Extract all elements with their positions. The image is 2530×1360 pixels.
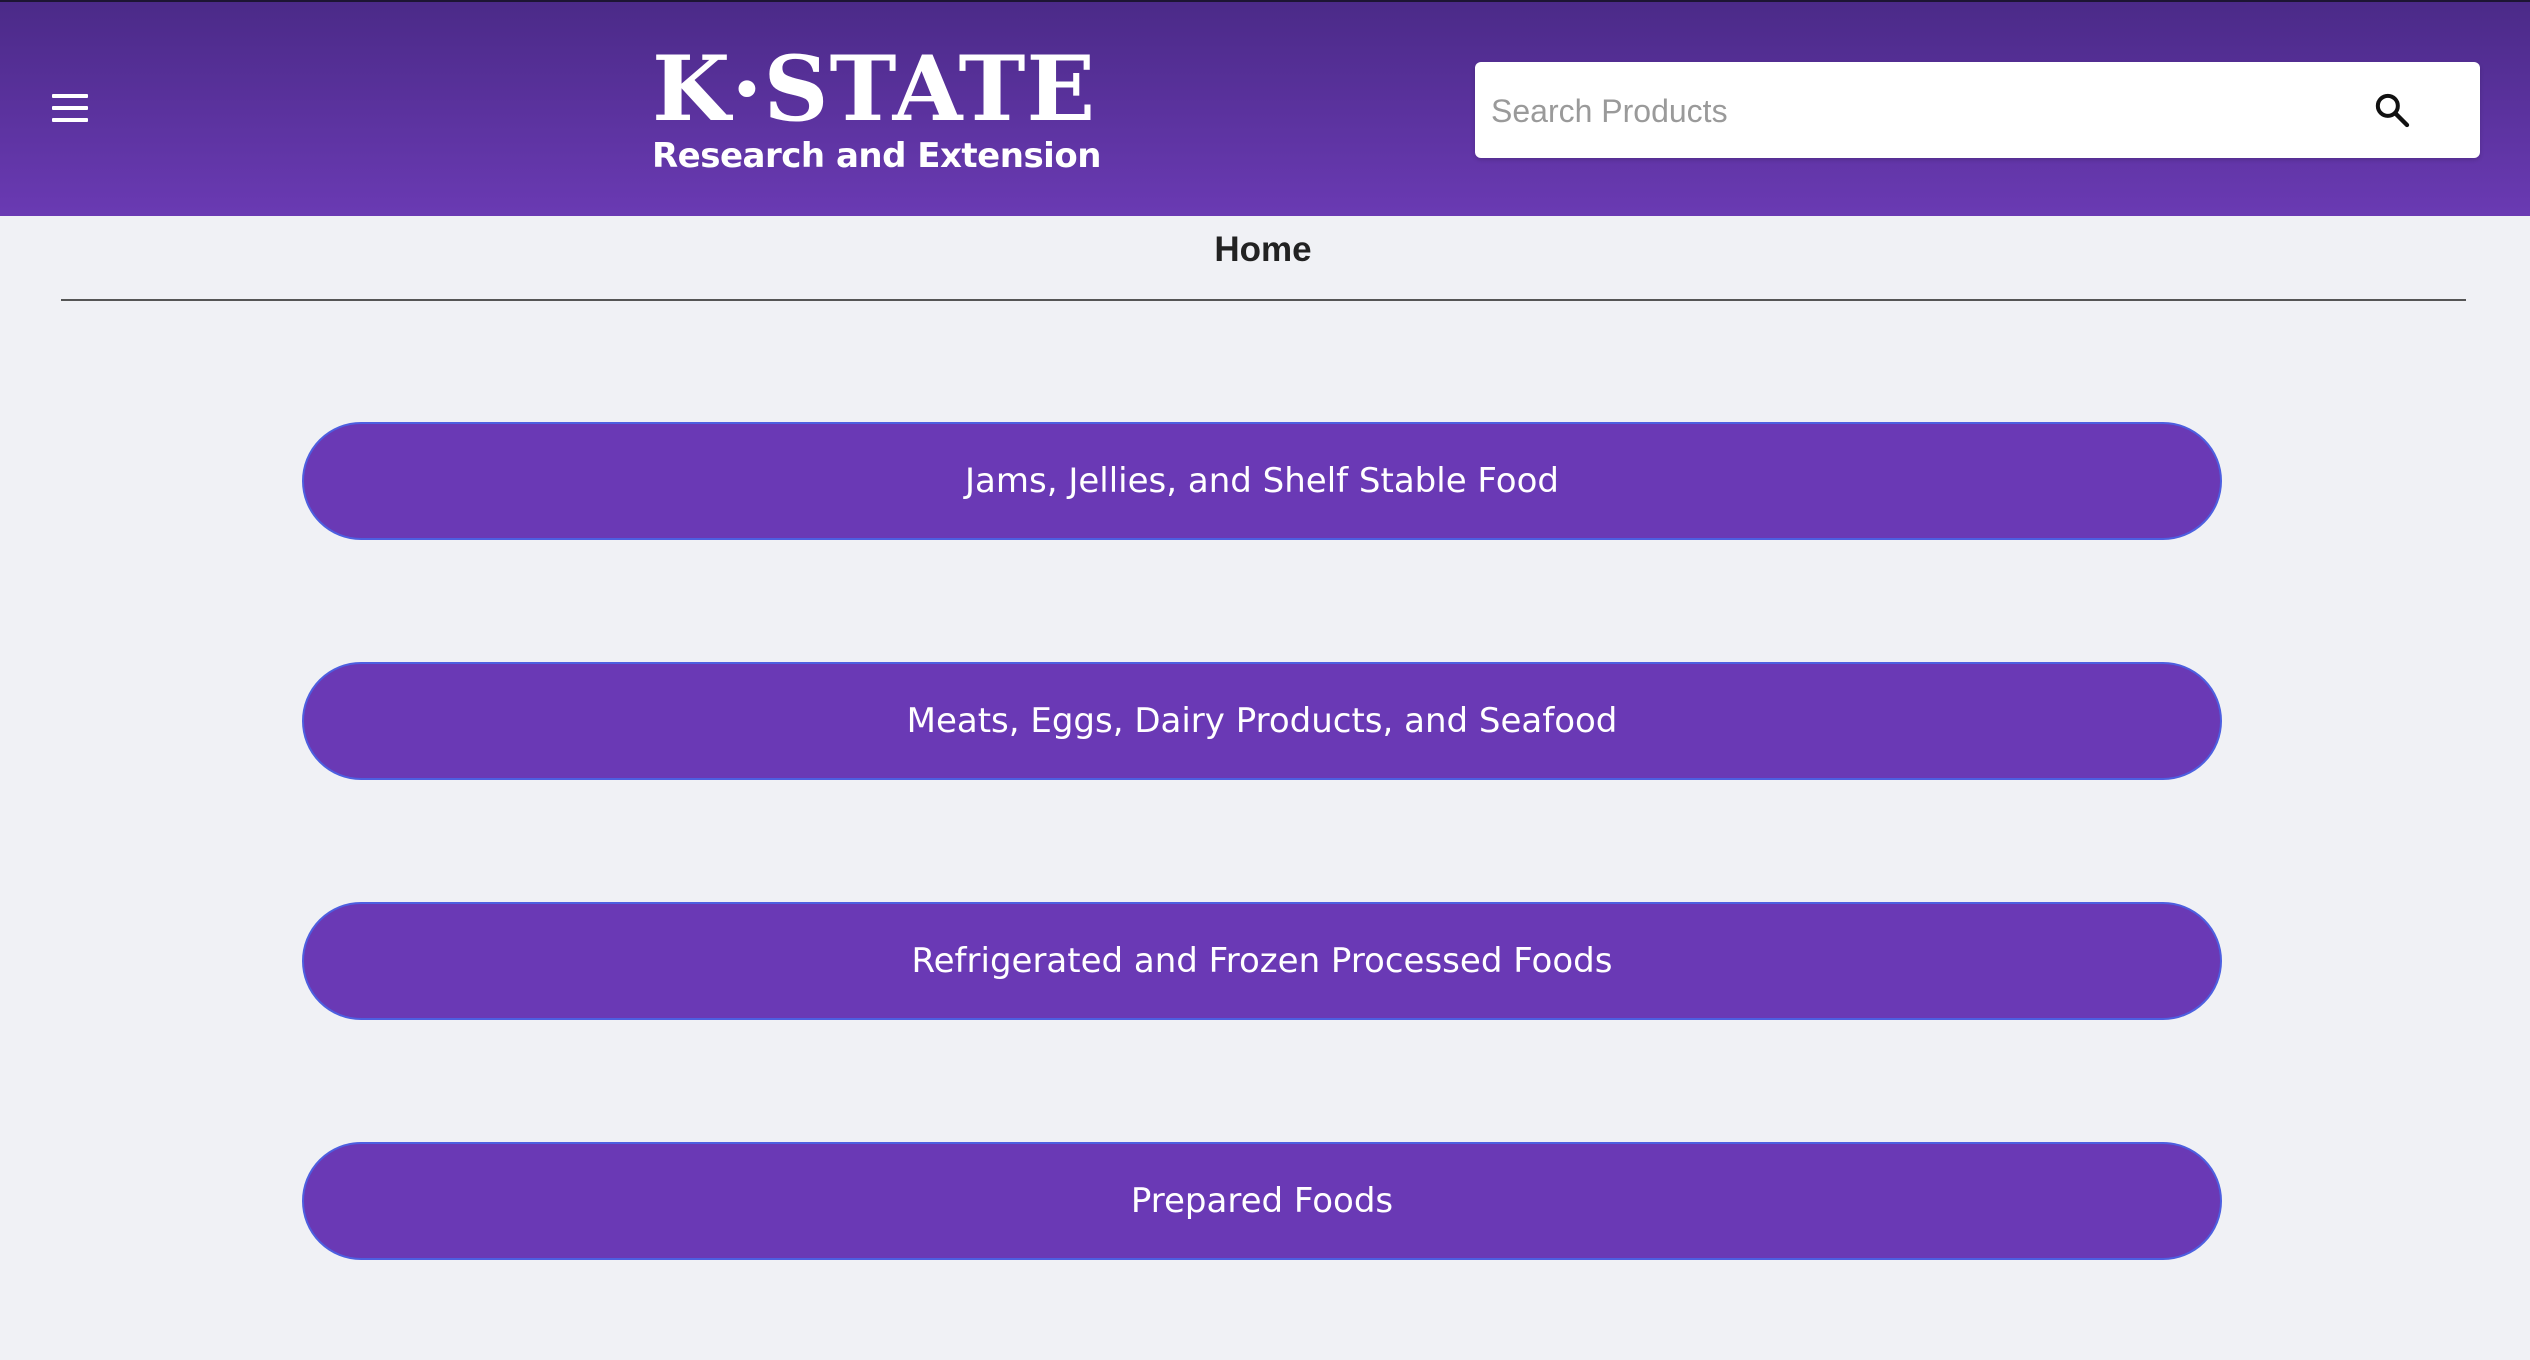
page-title: Home	[1214, 230, 1312, 269]
category-button-prepared-foods[interactable]: Prepared Foods	[302, 1142, 2222, 1260]
category-button-refrigerated-frozen[interactable]: Refrigerated and Frozen Processed Foods	[302, 902, 2222, 1020]
logo-wordmark: K·STATE	[652, 36, 1097, 142]
category-button-meats-eggs-dairy[interactable]: Meats, Eggs, Dairy Products, and Seafood	[302, 662, 2222, 780]
app-header: K·STATE Research and Extension	[0, 0, 2530, 216]
kstate-logo[interactable]: K·STATE Research and Extension	[652, 36, 1101, 176]
logo-subtitle: Research and Extension	[652, 136, 1101, 176]
title-divider	[61, 299, 2466, 301]
search-icon[interactable]	[2364, 82, 2420, 138]
search-bar	[1475, 62, 2480, 160]
hamburger-menu-icon[interactable]	[36, 74, 104, 142]
search-input[interactable]	[1489, 62, 2353, 160]
category-button-jams-jellies[interactable]: Jams, Jellies, and Shelf Stable Food	[302, 422, 2222, 540]
